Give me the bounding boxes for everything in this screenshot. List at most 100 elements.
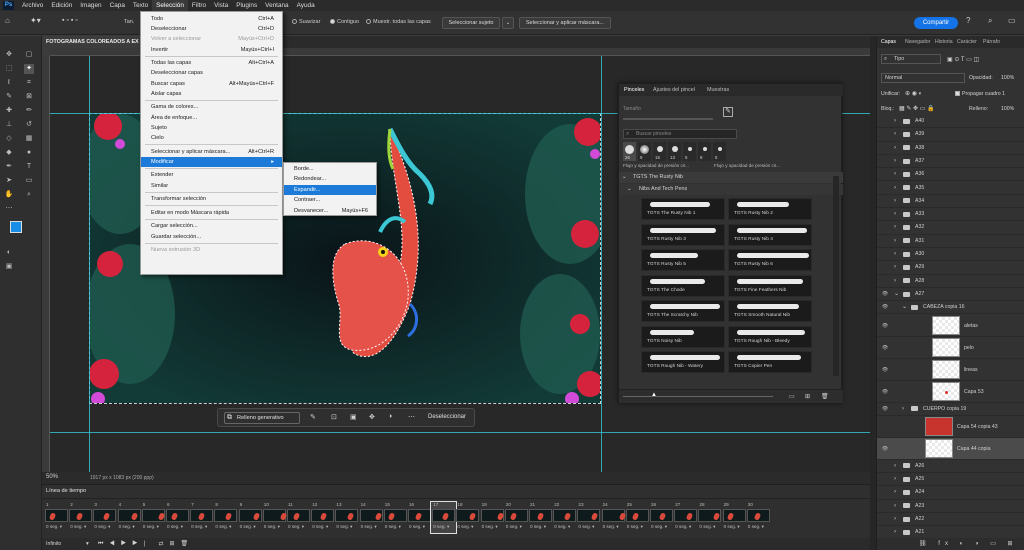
brush-item[interactable]: TGTS The Rusty Nib 1 [641,198,725,220]
timeline-frame[interactable]: 9 0 seg. ▾ [238,502,263,533]
chevron-right-icon[interactable]: › [894,115,896,128]
timeline-frame[interactable]: 28 0 seg. ▾ [697,502,722,533]
chevron-right-icon[interactable]: › [894,221,896,234]
frame-duration[interactable]: 0 seg. ▾ [240,524,256,530]
brush-preset[interactable]: 9 [698,142,711,161]
layer-group-row[interactable]: › A38 [877,142,1024,155]
eye-icon[interactable]: 👁 [881,381,889,403]
menu-item-1[interactable]: Deseleccionar Ctrl+D [141,24,282,34]
preview-size-slider[interactable] [623,396,773,397]
history-brush-tool-icon[interactable]: ↺ [24,120,34,130]
select-and-mask-button[interactable]: Seleccionar y aplicar máscara... [519,17,611,29]
menu-item-19[interactable]: Guardar selección... [141,232,282,242]
new-group-icon[interactable]: ▭ [789,393,795,400]
timeline-frame[interactable]: 2 0 seg. ▾ [68,502,93,533]
rectangle-tool-icon[interactable]: ▭ [24,176,34,186]
chevron-right-icon[interactable]: › [894,235,896,248]
brush-item[interactable]: TGTS Rusty Nib 4 [728,223,812,246]
sample-all-layers-checkbox[interactable]: Muestr. todas las capas [366,19,431,25]
menu-edición[interactable]: Edición [47,0,76,11]
timeline-frame[interactable]: 7 0 seg. ▾ [189,502,214,533]
chevron-right-icon[interactable]: › [894,275,896,288]
zoom-tool-icon[interactable]: ⌕ [24,190,34,200]
menu-vista[interactable]: Vista [210,0,232,11]
lasso-tool-icon[interactable]: ℓ [4,78,14,88]
layer-row[interactable]: 👁 lineas [877,359,1024,381]
chevron-right-icon[interactable]: › [894,182,896,195]
blend-mode-select[interactable]: Normal [881,73,965,83]
layer-group-row[interactable]: › A23 [877,500,1024,513]
timeline-frame[interactable]: 15 0 seg. ▾ [383,502,408,533]
tab-navegador[interactable]: Navegador [905,39,930,45]
brush-subgroup-header[interactable]: ⌄ Nibs And Tech Pens [619,184,843,195]
brush-preset[interactable]: 9 [638,142,651,161]
selection-mode-icons[interactable]: ▪ ▫ ▪ ▫ [62,17,78,24]
eye-icon[interactable]: 👁 [881,337,889,359]
modify-selection-icon[interactable]: ✎ [310,413,316,421]
frame-duration[interactable]: 0 seg. ▾ [627,524,643,530]
menu-item-7[interactable]: Aislar capas [141,89,282,99]
frame-duration[interactable]: 0 seg. ▾ [385,524,401,530]
eyedropper-tool-icon[interactable]: ✎ [4,92,14,102]
chevron-right-icon[interactable]: › [894,155,896,168]
path-selection-tool-icon[interactable]: ➤ [4,176,14,186]
frame-duration[interactable]: 0 seg. ▾ [748,524,764,530]
timeline-frame[interactable]: 16 0 seg. ▾ [407,502,432,533]
layer-group-row[interactable]: › A24 [877,486,1024,500]
chevron-right-icon[interactable]: › [894,261,896,274]
menu-ventana[interactable]: Ventana [261,0,292,11]
layer-row[interactable]: 👁 Capa 44 copia [877,437,1024,460]
brush-preset[interactable]: 13 [668,142,681,161]
menu-item-6[interactable]: Buscar capas Alt+Mayús+Ctrl+F [141,79,282,89]
layer-actions-icons[interactable]: ⛓ fx ◐ ◑ ▭ ⊞ 🗑 [919,541,1018,550]
gradient-tool-icon[interactable]: ▦ [24,134,34,144]
brush-item[interactable]: TGTS Rusty Nib 5 [641,249,725,271]
select-subject-button[interactable]: Seleccionar sujeto [442,17,500,29]
deselect-button[interactable]: Deseleccionar [428,414,466,420]
tab-capas[interactable]: Capas [881,39,896,45]
timeline-frame[interactable]: 23 0 seg. ▾ [576,502,601,533]
healing-brush-tool-icon[interactable]: ✚ [4,106,14,116]
menu-item-15[interactable]: Similar [141,181,282,191]
timeline-frame[interactable]: 5 0 seg. ▾ [141,502,166,533]
brush-item[interactable]: TGTS Rough Nib - Watery [641,351,725,373]
chevron-right-icon[interactable]: › [894,500,896,513]
frame-duration[interactable]: 0 seg. ▾ [457,524,473,530]
layer-group-row[interactable]: 👁 › CUERPO copia 19 [877,403,1024,416]
dodge-tool-icon[interactable]: ● [24,148,34,158]
brush-item[interactable]: TGTS Fine Feathers Nib [728,274,812,297]
menu-item-11[interactable]: Cielo [141,133,282,143]
menu-item-13[interactable]: Modificar ▸ [141,156,282,167]
layer-group-row[interactable]: › A39 [877,128,1024,142]
chevron-right-icon[interactable]: ⌄ [902,301,907,314]
frame-duration[interactable]: 0 seg. ▾ [578,524,594,530]
frame-duration[interactable]: 0 seg. ▾ [70,524,86,530]
tab-swatches[interactable]: Muestras [707,87,729,93]
menu-item-4[interactable]: Todas las capas Alt+Ctrl+A [141,58,282,68]
submenu-item-4[interactable]: Desvanecer... Mayús+F6 [284,206,376,216]
timeline-frame[interactable]: 3 0 seg. ▾ [92,502,117,533]
timeline-frame[interactable]: 19 0 seg. ▾ [480,502,505,533]
frame-duration[interactable]: 0 seg. ▾ [167,524,183,530]
menu-item-3[interactable]: Invertir Mayús+Ctrl+I [141,45,282,55]
frame-duration[interactable]: 0 seg. ▾ [336,524,352,530]
tab-historia[interactable]: Historia [935,39,953,45]
menu-item-12[interactable]: Seleccionar y aplicar máscara... Alt+Ctrl… [141,147,282,157]
menu-item-5[interactable]: Deseleccionar capas [141,68,282,78]
share-button[interactable]: Compartir [914,17,958,29]
menu-item-16[interactable]: Transformar selección [141,194,282,204]
layer-group-row[interactable]: › A37 [877,155,1024,169]
opacity-value[interactable]: 100% [1001,75,1014,81]
timeline-frame[interactable]: 18 0 seg. ▾ [455,502,480,533]
frame-duration[interactable]: 0 seg. ▾ [191,524,207,530]
magic-wand-tool-icon[interactable]: ✦▾ [30,16,41,25]
brush-item[interactable]: TGTS Smooth Natural Nib [728,300,812,322]
chevron-right-icon[interactable]: › [894,128,896,141]
home-icon[interactable]: ⌂ [5,16,10,25]
eye-icon[interactable]: 👁 [881,315,889,337]
timeline-frame[interactable]: 10 0 seg. ▾ [262,502,288,533]
magic-wand-tool-icon[interactable]: ✦ [24,64,34,74]
eye-icon[interactable]: 👁 [881,288,889,301]
eye-icon[interactable]: 👁 [881,301,889,314]
menu-item-9[interactable]: Área de enfoque... [141,113,282,123]
